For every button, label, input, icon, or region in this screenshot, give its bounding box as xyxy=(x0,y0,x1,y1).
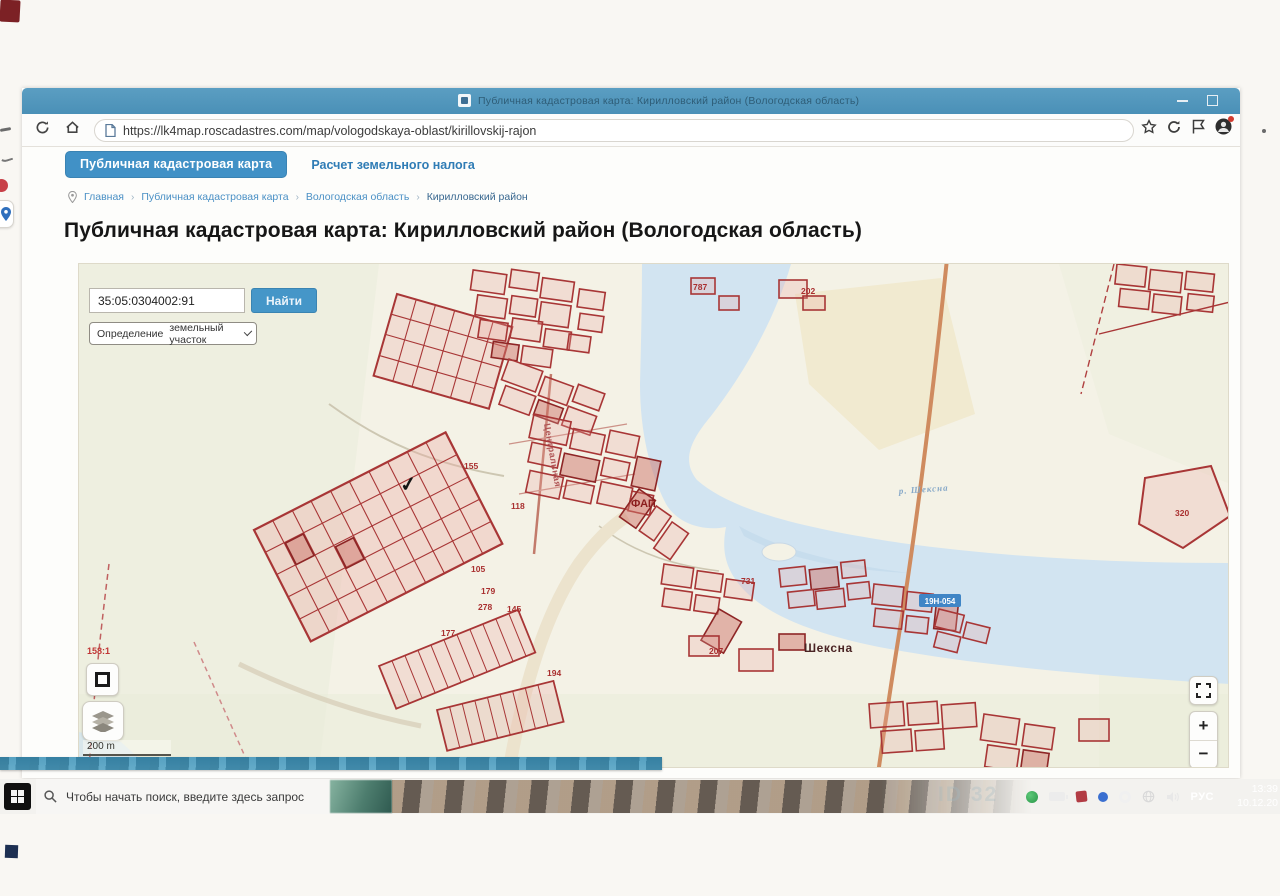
scale-bar: 200 m xyxy=(83,740,171,756)
breadcrumb-district[interactable]: Кирилловский район xyxy=(427,191,528,203)
parcel-number: 202 xyxy=(801,286,815,296)
photo-artifact-small-dot xyxy=(1262,129,1266,133)
chevron-down-icon xyxy=(243,328,252,337)
taskbar-app-thumbnail[interactable] xyxy=(330,780,392,813)
browser-window: Публичная кадастровая карта: Кирилловски… xyxy=(22,88,1240,778)
parcel-number: 179 xyxy=(481,586,495,596)
home-icon[interactable] xyxy=(62,120,82,140)
bookmark-star-icon[interactable] xyxy=(1141,119,1157,135)
tab-land-tax[interactable]: Расчет земельного налога xyxy=(311,158,474,172)
extent-icon xyxy=(95,672,110,687)
breadcrumb-separator: › xyxy=(131,192,134,203)
windows-logo-icon xyxy=(11,790,25,804)
fullscreen-button[interactable] xyxy=(1189,676,1218,705)
antivirus-tray-icon[interactable] xyxy=(1026,791,1038,803)
zoom-out-button[interactable]: − xyxy=(1190,740,1217,768)
red-app-tray-icon[interactable] xyxy=(1075,790,1087,802)
watermark-text: ID 32 xyxy=(938,783,998,807)
photo-artifact-red-square xyxy=(0,0,21,23)
parcel-number: 731 xyxy=(741,576,755,586)
settlement-label: Шексна xyxy=(804,641,853,655)
road-badge-label: 19Н-054 xyxy=(925,597,956,606)
photo-artifact-pin-tile xyxy=(0,200,14,228)
window-titlebar: Публичная кадастровая карта: Кирилловски… xyxy=(22,88,1240,114)
breadcrumb-home[interactable]: Главная xyxy=(84,191,124,203)
zoom-in-button[interactable]: + xyxy=(1190,712,1217,740)
parcel-number: 155 xyxy=(464,461,478,471)
parcel-number: 118 xyxy=(511,501,525,511)
taskbar-search[interactable]: Чтобы начать поиск, введите здесь запрос xyxy=(36,779,330,814)
river-label: р. Шексна xyxy=(897,483,948,497)
tab-public-cadastral-map[interactable]: Публичная кадастровая карта xyxy=(65,151,287,178)
photo-artifact-curve xyxy=(0,150,13,164)
reload-icon[interactable] xyxy=(32,120,52,140)
breadcrumb-separator: › xyxy=(416,192,419,203)
browser-tray-icon[interactable] xyxy=(1119,791,1131,803)
layers-button[interactable] xyxy=(82,701,124,741)
map-attribution-strip xyxy=(0,757,662,770)
taskbar-search-placeholder: Чтобы начать поиск, введите здесь запрос xyxy=(66,790,304,804)
parcel-ref-label: 158:1 xyxy=(87,646,110,656)
cadastral-search-input[interactable] xyxy=(89,288,245,313)
photo-artifact-red-dot xyxy=(0,179,8,192)
page-security-icon xyxy=(105,124,116,137)
tab-favicon xyxy=(458,94,471,107)
clock-time: 13:39 xyxy=(1216,782,1278,796)
parcel-number: 177 xyxy=(441,628,455,638)
cadastral-map[interactable]: 19Н-054 ФАП Шексна р. Шексна Центральная… xyxy=(78,263,1229,768)
network-icon[interactable] xyxy=(1142,790,1155,803)
url-text: https://lk4map.roscadastres.com/map/volo… xyxy=(123,124,536,138)
fullscreen-icon xyxy=(1196,683,1211,698)
parcel-number: 278 xyxy=(478,602,492,612)
layers-icon xyxy=(91,710,115,732)
location-pin-icon xyxy=(1,207,11,221)
taskbar-clock[interactable]: 13:39 10.12.20 xyxy=(1216,782,1278,810)
start-button[interactable] xyxy=(4,783,31,810)
site-tabs: Публичная кадастровая карта Расчет земел… xyxy=(65,151,475,178)
parcel-number: 207 xyxy=(709,646,723,656)
photo-artifact-navy-square xyxy=(5,845,18,858)
definition-label: Определение xyxy=(97,328,163,340)
extent-tool-button[interactable] xyxy=(86,663,119,696)
fap-label: ФАП xyxy=(631,498,656,510)
parcel-number: 145 xyxy=(507,604,521,614)
parcel-number: 320 xyxy=(1175,508,1189,518)
collections-flag-icon[interactable] xyxy=(1191,119,1206,135)
system-tray: РУС xyxy=(1026,779,1214,814)
geo-pin-icon xyxy=(68,191,77,203)
clock-date: 10.12.20 xyxy=(1216,796,1278,810)
zoom-control: + − xyxy=(1189,711,1218,768)
battery-icon[interactable] xyxy=(1049,792,1065,801)
profile-avatar[interactable] xyxy=(1215,118,1232,135)
parcel-number: 194 xyxy=(547,668,561,678)
page-title: Публичная кадастровая карта: Кирилловски… xyxy=(64,219,862,243)
find-button[interactable]: Найти xyxy=(251,288,317,313)
breadcrumb-separator: › xyxy=(296,192,299,203)
photo-artifact-dash xyxy=(0,127,11,132)
toolbar-right-icons xyxy=(1141,118,1232,135)
notification-dot xyxy=(1228,116,1234,122)
window-title: Публичная кадастровая карта: Кирилловски… xyxy=(478,95,859,107)
road-badge: 19Н-054 xyxy=(919,594,961,607)
breadcrumb-map[interactable]: Публичная кадастровая карта xyxy=(141,191,288,203)
definition-value: земельный участок xyxy=(169,322,237,346)
breadcrumb: Главная › Публичная кадастровая карта › … xyxy=(68,191,528,203)
parcel-number: 105 xyxy=(471,564,485,574)
volume-icon[interactable] xyxy=(1166,791,1180,803)
site-content: Публичная кадастровая карта Расчет земел… xyxy=(22,147,1240,778)
blue-app-tray-icon[interactable] xyxy=(1098,792,1108,802)
windows-taskbar: Чтобы начать поиск, введите здесь запрос… xyxy=(0,779,1280,814)
maximize-button[interactable] xyxy=(1207,95,1218,106)
definition-dropdown[interactable]: Определение земельный участок xyxy=(89,322,257,345)
sync-icon[interactable] xyxy=(1166,119,1182,135)
checkmark-annotation: ✓ xyxy=(399,473,419,497)
address-bar[interactable]: https://lk4map.roscadastres.com/map/volo… xyxy=(94,119,1134,142)
minimize-button[interactable] xyxy=(1177,100,1188,102)
browser-toolbar: https://lk4map.roscadastres.com/map/volo… xyxy=(22,114,1240,147)
parcel-number: 787 xyxy=(693,282,707,292)
language-indicator[interactable]: РУС xyxy=(1191,791,1214,803)
breadcrumb-region[interactable]: Вологодская область xyxy=(306,191,409,203)
search-icon xyxy=(44,790,57,803)
